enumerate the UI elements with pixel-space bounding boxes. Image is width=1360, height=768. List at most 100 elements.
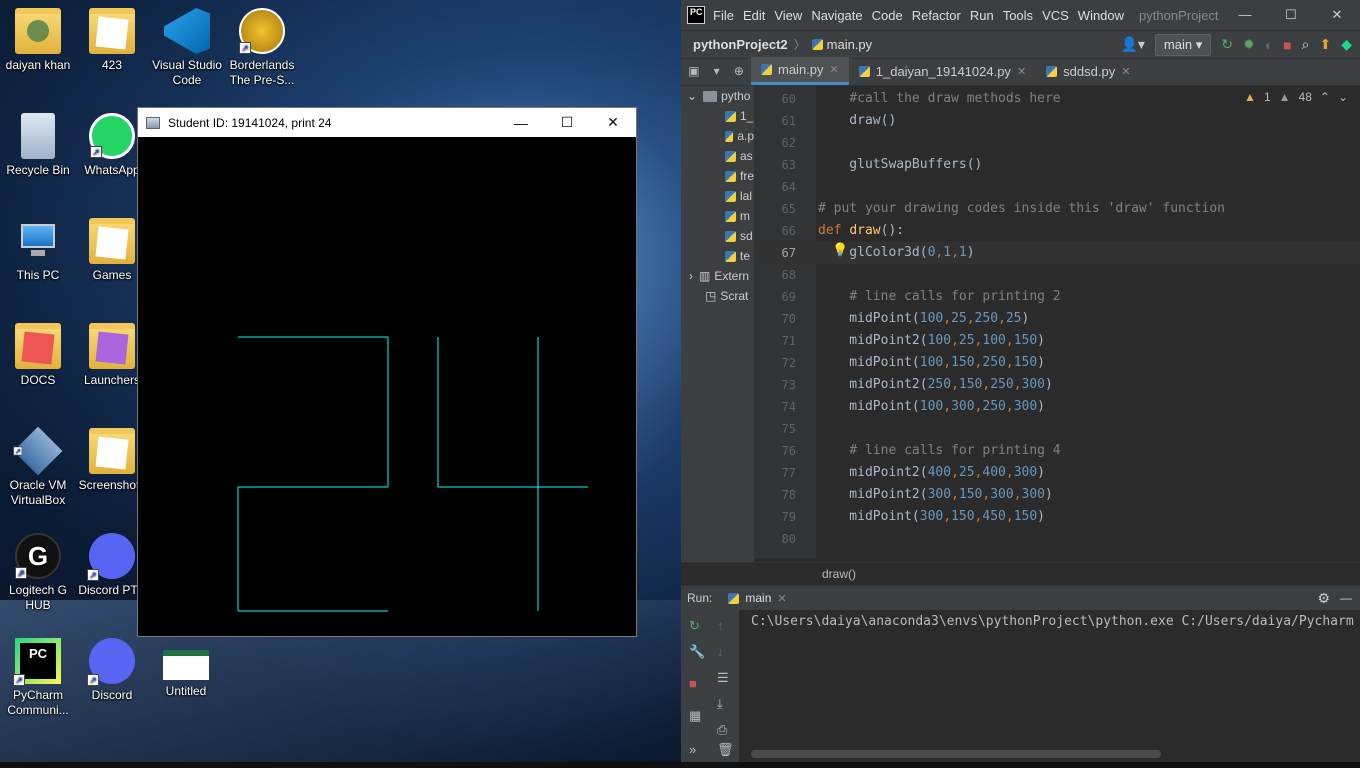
tree-item[interactable]: sd	[681, 226, 754, 246]
desktop-icon-docs[interactable]: DOCS	[0, 323, 76, 388]
code-line[interactable]: 72 midPoint(100,150,250,150)	[754, 352, 1360, 374]
stop-icon[interactable]: ■	[1283, 37, 1291, 53]
code-line[interactable]: 73 midPoint2(250,150,250,300)	[754, 374, 1360, 396]
student-window[interactable]: Student ID: 19141024, print 24 — ☐ ✕	[137, 107, 637, 637]
code-line[interactable]: 66 def draw():	[754, 220, 1360, 242]
code-line[interactable]: 68	[754, 264, 1360, 286]
desktop-icon-discord[interactable]: ↗ Discord	[74, 638, 150, 703]
project-view-icon[interactable]: ▣	[688, 64, 699, 78]
code-line[interactable]: 76 # line calls for printing 4	[754, 440, 1360, 462]
code-line[interactable]: 78 midPoint2(300,150,300,300)	[754, 484, 1360, 506]
code-line[interactable]: 77 midPoint2(400,25,400,300)	[754, 462, 1360, 484]
console-output[interactable]: C:\Users\daiya\anaconda3\envs\pythonProj…	[751, 614, 1354, 629]
coverage-icon[interactable]: ◐	[1265, 37, 1273, 53]
collapse-icon[interactable]: ▾	[714, 64, 720, 78]
desktop-icon-borderlands[interactable]: ↗ Borderlands The Pre-S...	[224, 8, 300, 88]
menu-window[interactable]: Window	[1078, 8, 1124, 23]
tree-item[interactable]: lal	[681, 186, 754, 206]
soft-wrap-icon[interactable]: ☰	[717, 670, 729, 686]
menu-vcs[interactable]: VCS	[1042, 8, 1069, 23]
tab-close-icon[interactable]: ✕	[830, 63, 839, 76]
desktop-icon-untitled[interactable]: Untitled	[148, 638, 224, 699]
desktop-icon-pycharm[interactable]: PC ↗ PyCharm Communi...	[0, 638, 76, 718]
close-button[interactable]: ✕	[590, 108, 636, 137]
tree-item[interactable]: as	[681, 146, 754, 166]
desktop-icon-recycle-bin[interactable]: Recycle Bin	[0, 113, 76, 178]
layout-icon[interactable]: ▦	[689, 708, 701, 724]
tree-item[interactable]: fre	[681, 166, 754, 186]
nav-file[interactable]: main.py	[827, 37, 873, 52]
code-line[interactable]: 79 midPoint(300,150,450,150)	[754, 506, 1360, 528]
desktop-icon-vscode[interactable]: Visual Studio Code	[149, 8, 225, 88]
console-scrollbar[interactable]	[751, 750, 1161, 758]
rerun-icon[interactable]: ↻	[1221, 36, 1233, 53]
menu-file[interactable]: File	[713, 8, 734, 23]
run-config-select[interactable]: main ▾	[1154, 33, 1212, 56]
desktop-icon-logitech[interactable]: G ↗ Logitech G HUB	[0, 533, 76, 613]
menu-edit[interactable]: Edit	[743, 8, 765, 23]
tab-close-icon[interactable]: ✕	[1121, 65, 1130, 78]
run-tab-main[interactable]: main ✕	[728, 591, 787, 605]
menu-navigate[interactable]: Navigate	[811, 8, 862, 23]
hide-panel-icon[interactable]: —	[1340, 591, 1352, 605]
print-icon[interactable]: ⎙	[717, 722, 727, 738]
student-window-titlebar[interactable]: Student ID: 19141024, print 24 — ☐ ✕	[138, 108, 636, 137]
target-icon[interactable]: ⊕	[734, 64, 744, 78]
code-line[interactable]: 63 glutSwapBuffers()	[754, 154, 1360, 176]
tree-external-libraries[interactable]: › ▥ Extern	[681, 266, 754, 286]
chevron-down-icon[interactable]: ⌄	[1338, 90, 1348, 104]
wrench-icon[interactable]: 🔧	[689, 644, 705, 660]
plugin-icon[interactable]: ◆	[1341, 36, 1352, 53]
desktop-icon-daiyan-khan[interactable]: daiyan khan	[0, 8, 76, 73]
tab-main-py[interactable]: main.py ✕	[751, 57, 849, 85]
delete-icon[interactable]: 🗑	[717, 742, 734, 758]
stop-icon[interactable]: ■	[689, 676, 697, 691]
chevron-up-icon[interactable]: ⌃	[1320, 90, 1330, 104]
tree-item[interactable]: m	[681, 206, 754, 226]
tab-close-icon[interactable]: ✕	[777, 592, 786, 605]
inspection-widget[interactable]: ▲ 1 ▲ 48 ⌃ ⌄	[1244, 90, 1348, 104]
code-line[interactable]: 75	[754, 418, 1360, 440]
opengl-canvas[interactable]	[138, 137, 636, 636]
ide-maximize-button[interactable]: ☐	[1268, 7, 1314, 23]
code-line[interactable]: 65 # put your drawing codes inside this '…	[754, 198, 1360, 220]
lightbulb-icon[interactable]: 💡	[832, 242, 848, 258]
menu-code[interactable]: Code	[872, 8, 903, 23]
search-icon[interactable]: ⌕	[1302, 36, 1310, 53]
menu-refactor[interactable]: Refactor	[912, 8, 961, 23]
desktop-icon-virtualbox[interactable]: ↗ Oracle VM VirtualBox	[0, 426, 76, 508]
code-line[interactable]: 74 midPoint(100,300,250,300)	[754, 396, 1360, 418]
more-icon[interactable]: »	[689, 742, 696, 757]
nav-project[interactable]: pythonProject2	[693, 37, 788, 52]
tree-item[interactable]: te	[681, 246, 754, 266]
code-line[interactable]: 69 # line calls for printing 2	[754, 286, 1360, 308]
maximize-button[interactable]: ☐	[544, 108, 590, 137]
arrow-down-icon[interactable]: ↓	[717, 644, 724, 659]
desktop-icon-this-pc[interactable]: This PC	[0, 218, 76, 283]
code-line[interactable]: 61 draw()	[754, 110, 1360, 132]
code-line[interactable]: 71 midPoint2(100,25,100,150)	[754, 330, 1360, 352]
pycharm-window[interactable]: PC File Edit View Navigate Code Refactor…	[681, 0, 1360, 763]
debug-icon[interactable]: ✹	[1243, 36, 1255, 53]
ide-close-button[interactable]: ✕	[1314, 7, 1360, 23]
scroll-to-end-icon[interactable]: ⤓	[717, 696, 723, 712]
update-icon[interactable]: ⬆	[1319, 36, 1331, 53]
user-icon[interactable]: 👤▾	[1120, 36, 1144, 53]
rerun-icon[interactable]: ↻	[689, 618, 700, 634]
tab-1-daiyan[interactable]: 1_daiyan_19141024.py ✕	[849, 57, 1036, 85]
code-line[interactable]: 64	[754, 176, 1360, 198]
tab-close-icon[interactable]: ✕	[1017, 65, 1026, 78]
menu-run[interactable]: Run	[970, 8, 994, 23]
menu-tools[interactable]: Tools	[1003, 8, 1033, 23]
tree-root[interactable]: ⌄ pytho	[681, 86, 754, 106]
tree-scratches[interactable]: ◳ Scrat	[681, 286, 754, 306]
code-line[interactable]: 70 midPoint(100,25,250,25)	[754, 308, 1360, 330]
tree-item[interactable]: 1_	[681, 106, 754, 126]
tree-item[interactable]: a.p	[681, 126, 754, 146]
menu-view[interactable]: View	[774, 8, 802, 23]
ide-minimize-button[interactable]: —	[1222, 7, 1268, 23]
code-line[interactable]: 80	[754, 528, 1360, 550]
gear-icon[interactable]: ⚙	[1317, 590, 1330, 607]
desktop-icon-423[interactable]: 423	[74, 8, 150, 73]
tab-sddsd[interactable]: sddsd.py ✕	[1036, 57, 1140, 85]
